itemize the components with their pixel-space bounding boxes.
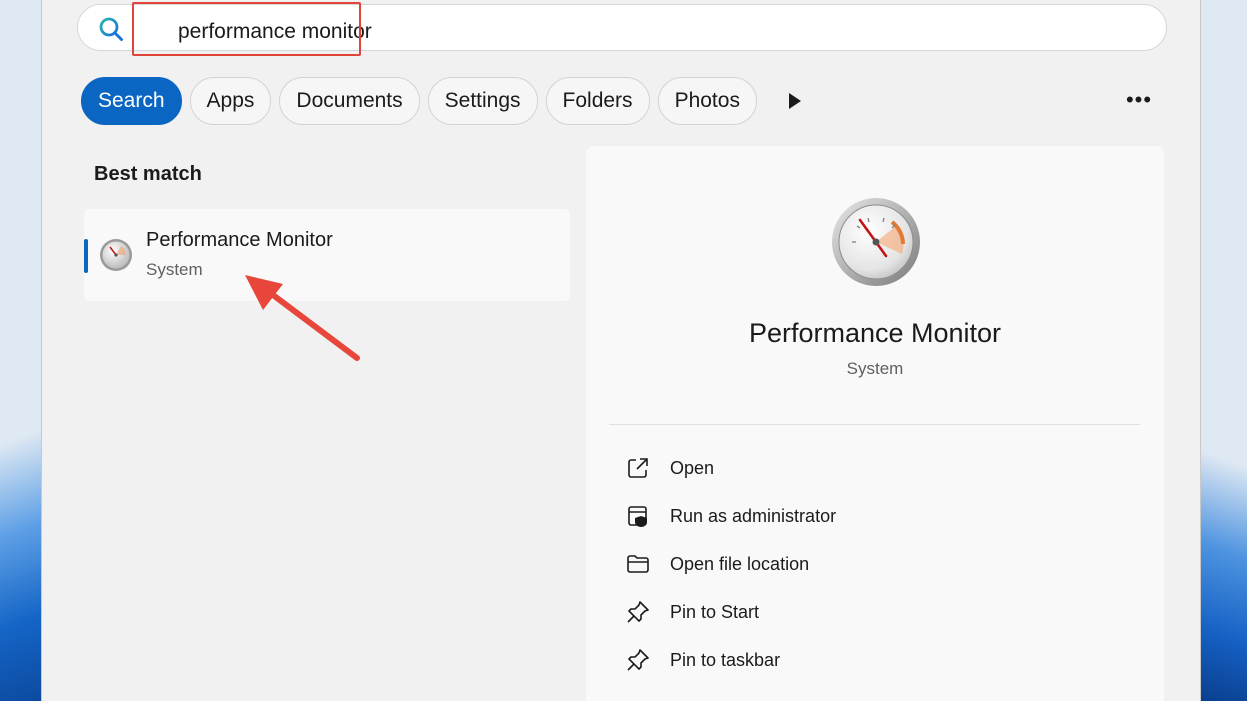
annotation-arrow-icon	[245, 275, 360, 361]
start-search-panel: Search Apps Documents Settings Folders P…	[41, 0, 1201, 701]
filter-photos[interactable]: Photos	[657, 77, 757, 125]
search-icon	[99, 17, 123, 41]
shield-admin-icon	[628, 506, 647, 527]
open-external-icon	[628, 458, 648, 478]
performance-monitor-icon	[100, 239, 132, 271]
pin-icon	[627, 601, 649, 623]
filter-folders[interactable]: Folders	[545, 77, 650, 125]
details-divider	[609, 424, 1140, 425]
result-name: Performance Monitor	[146, 229, 333, 251]
desktop-wallpaper-left	[0, 0, 42, 701]
search-highlight-box	[132, 2, 361, 56]
action-open[interactable]: Open	[626, 448, 1126, 488]
filter-apps[interactable]: Apps	[189, 77, 272, 125]
action-pin-to-taskbar-label: Pin to taskbar	[670, 649, 781, 670]
desktop-wallpaper-right	[1201, 0, 1247, 701]
action-pin-to-taskbar[interactable]: Pin to taskbar	[626, 640, 1126, 680]
action-open-label: Open	[670, 457, 715, 478]
filter-settings[interactable]: Settings	[427, 77, 538, 125]
action-open-file-location-label: Open file location	[670, 553, 810, 574]
details-app-name: Performance Monitor	[748, 318, 1002, 348]
action-pin-to-start[interactable]: Pin to Start	[626, 592, 1126, 632]
filter-search[interactable]: Search	[81, 77, 182, 125]
selection-indicator	[84, 239, 88, 273]
best-match-heading: Best match	[94, 163, 202, 185]
performance-monitor-large-icon	[832, 198, 920, 286]
play-icon[interactable]	[787, 91, 803, 111]
more-icon[interactable]: •••	[1125, 89, 1153, 111]
details-app-type: System	[846, 359, 904, 378]
filter-chips: Search Apps Documents Settings Folders P…	[81, 77, 757, 125]
action-pin-to-start-label: Pin to Start	[670, 601, 760, 622]
action-run-as-admin-label: Run as administrator	[670, 505, 837, 526]
app-details-panel: Performance Monitor System Open Run as a…	[586, 146, 1164, 701]
action-open-file-location[interactable]: Open file location	[626, 544, 1126, 584]
pin-icon	[627, 649, 649, 671]
result-type: System	[146, 260, 203, 279]
action-run-as-admin[interactable]: Run as administrator	[626, 496, 1126, 536]
filter-documents[interactable]: Documents	[279, 77, 420, 125]
folder-icon	[627, 555, 649, 573]
